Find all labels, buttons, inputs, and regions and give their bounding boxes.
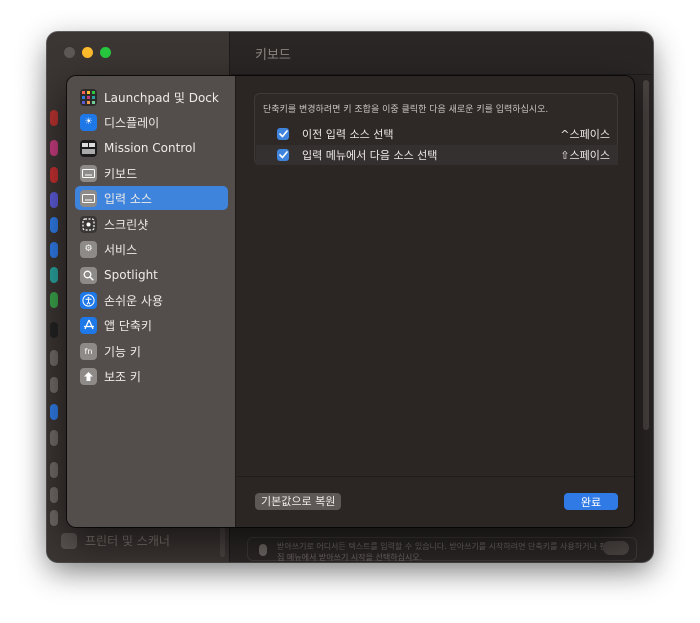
background-sidebar-icon: [50, 430, 58, 446]
sidebar-item-label: 입력 소스: [104, 191, 152, 206]
sidebar-item-services[interactable]: ⚙ 서비스: [75, 237, 228, 261]
sidebar-item-label: 스크린샷: [104, 217, 149, 232]
sidebar-item-label: 손쉬운 사용: [104, 293, 164, 308]
sidebar-item-label: 보조 키: [104, 369, 141, 384]
background-sidebar-icon: [50, 242, 58, 258]
shortcuts-group: 단축키를 변경하려면 키 조합을 이중 클릭한 다음 새로운 키를 입력하십시오…: [254, 93, 618, 165]
sidebar-item-keyboard[interactable]: 키보드: [75, 161, 228, 185]
background-sidebar-icon: [50, 350, 58, 366]
content-scrollbar[interactable]: [643, 80, 649, 430]
sidebar-item-label: Launchpad 및 Dock: [104, 90, 219, 105]
background-sidebar-icon: [50, 322, 58, 338]
sidebar-scrollbar[interactable]: [220, 527, 225, 557]
modifier-keys-icon: [80, 367, 97, 385]
shortcut-checkbox[interactable]: [277, 128, 289, 140]
background-sidebar-icon: [50, 377, 58, 393]
sidebar-item-launchpad-dock[interactable]: Launchpad 및 Dock: [75, 85, 228, 109]
window-title: 키보드: [255, 48, 291, 63]
sidebar-item-screenshot[interactable]: 스크린샷: [75, 212, 228, 236]
dictation-toggle[interactable]: [603, 541, 629, 555]
sidebar-item-label: Mission Control: [104, 141, 196, 155]
background-sidebar-icon: [50, 267, 58, 283]
sidebar-item-printers[interactable]: 프린터 및 스캐너: [61, 532, 170, 549]
shortcut-key[interactable]: ^스페이스: [560, 126, 610, 142]
background-sidebar-icon: [50, 217, 58, 233]
sidebar-item-label: 서비스: [104, 242, 138, 257]
sidebar-item-label: 프린터 및 스캐너: [85, 534, 170, 548]
sidebar-item-app-shortcuts[interactable]: 앱 단축키: [75, 313, 228, 337]
shortcuts-content: 단축키를 변경하려면 키 조합을 이중 클릭한 다음 새로운 키를 입력하십시오…: [237, 76, 634, 527]
restore-defaults-button[interactable]: 기본값으로 복원: [255, 493, 342, 510]
background-sidebar-icon: [50, 404, 58, 420]
shortcut-label: 이전 입력 소스 선택: [302, 128, 394, 141]
sidebar-item-label: Spotlight: [104, 268, 158, 282]
sidebar-item-input-sources[interactable]: 입력 소스: [75, 186, 228, 210]
accessibility-icon: [80, 291, 97, 309]
background-sidebar-icon: [50, 110, 58, 126]
sidebar-item-label: 기능 키: [104, 344, 141, 359]
background-sidebar-icon: [50, 292, 58, 308]
sidebar-item-label: 앱 단축키: [104, 318, 152, 333]
background-sidebar-icon: [50, 140, 58, 156]
launchpad-icon: [80, 88, 97, 106]
zoom-button[interactable]: [100, 47, 111, 58]
spotlight-icon: [80, 266, 97, 284]
app-shortcuts-icon: [80, 316, 97, 334]
keyboard-icon: [80, 164, 97, 182]
sidebar-item-mission-control[interactable]: Mission Control: [75, 136, 228, 160]
printer-icon: [61, 532, 77, 549]
background-sidebar-icon: [50, 192, 58, 208]
done-button[interactable]: 완료: [564, 493, 618, 510]
background-sidebar-icon: [50, 167, 58, 183]
background-sidebar-icon: [50, 487, 58, 503]
shortcut-row[interactable]: 이전 입력 소스 선택 ^스페이스: [256, 124, 618, 144]
sidebar-item-label: 키보드: [104, 166, 138, 181]
dictation-hint: 받아쓰기로 어디서든 텍스트를 입력할 수 있습니다. 받아쓰기를 시작하려면 …: [277, 542, 607, 562]
instruction-text: 단축키를 변경하려면 키 조합을 이중 클릭한 다음 새로운 키를 입력하십시오…: [263, 105, 549, 115]
sidebar-item-spotlight[interactable]: Spotlight: [75, 263, 228, 287]
input-sources-icon: [80, 189, 97, 207]
sidebar-item-function-keys[interactable]: fn 기능 키: [75, 339, 228, 363]
input-sources-sheet: Launchpad 및 Dock ☀ 디스플레이 Mission Control…: [67, 76, 634, 527]
services-icon: ⚙: [80, 240, 97, 258]
background-sidebar-icon: [50, 462, 58, 478]
sidebar-item-accessibility[interactable]: 손쉬운 사용: [75, 288, 228, 312]
shortcuts-sidebar: Launchpad 및 Dock ☀ 디스플레이 Mission Control…: [67, 76, 236, 527]
background-sidebar-icon: [50, 510, 58, 526]
mission-control-icon: [80, 139, 97, 157]
display-icon: ☀: [80, 113, 97, 131]
sidebar-item-display[interactable]: ☀ 디스플레이: [75, 110, 228, 134]
shortcut-key[interactable]: ⇧스페이스: [560, 147, 610, 163]
divider: [237, 476, 634, 477]
sidebar-item-modifier-keys[interactable]: 보조 키: [75, 364, 228, 388]
shortcut-row[interactable]: 입력 메뉴에서 다음 소스 선택 ⇧스페이스: [256, 145, 618, 165]
function-keys-icon: fn: [80, 342, 97, 360]
minimize-button[interactable]: [82, 47, 93, 58]
shortcut-checkbox[interactable]: [277, 149, 289, 161]
sidebar-item-label: 디스플레이: [104, 115, 160, 130]
shortcut-label: 입력 메뉴에서 다음 소스 선택: [302, 149, 438, 162]
divider: [231, 74, 653, 75]
microphone-icon: [259, 544, 267, 556]
close-button[interactable]: [64, 47, 75, 58]
screenshot-icon: [80, 215, 97, 233]
